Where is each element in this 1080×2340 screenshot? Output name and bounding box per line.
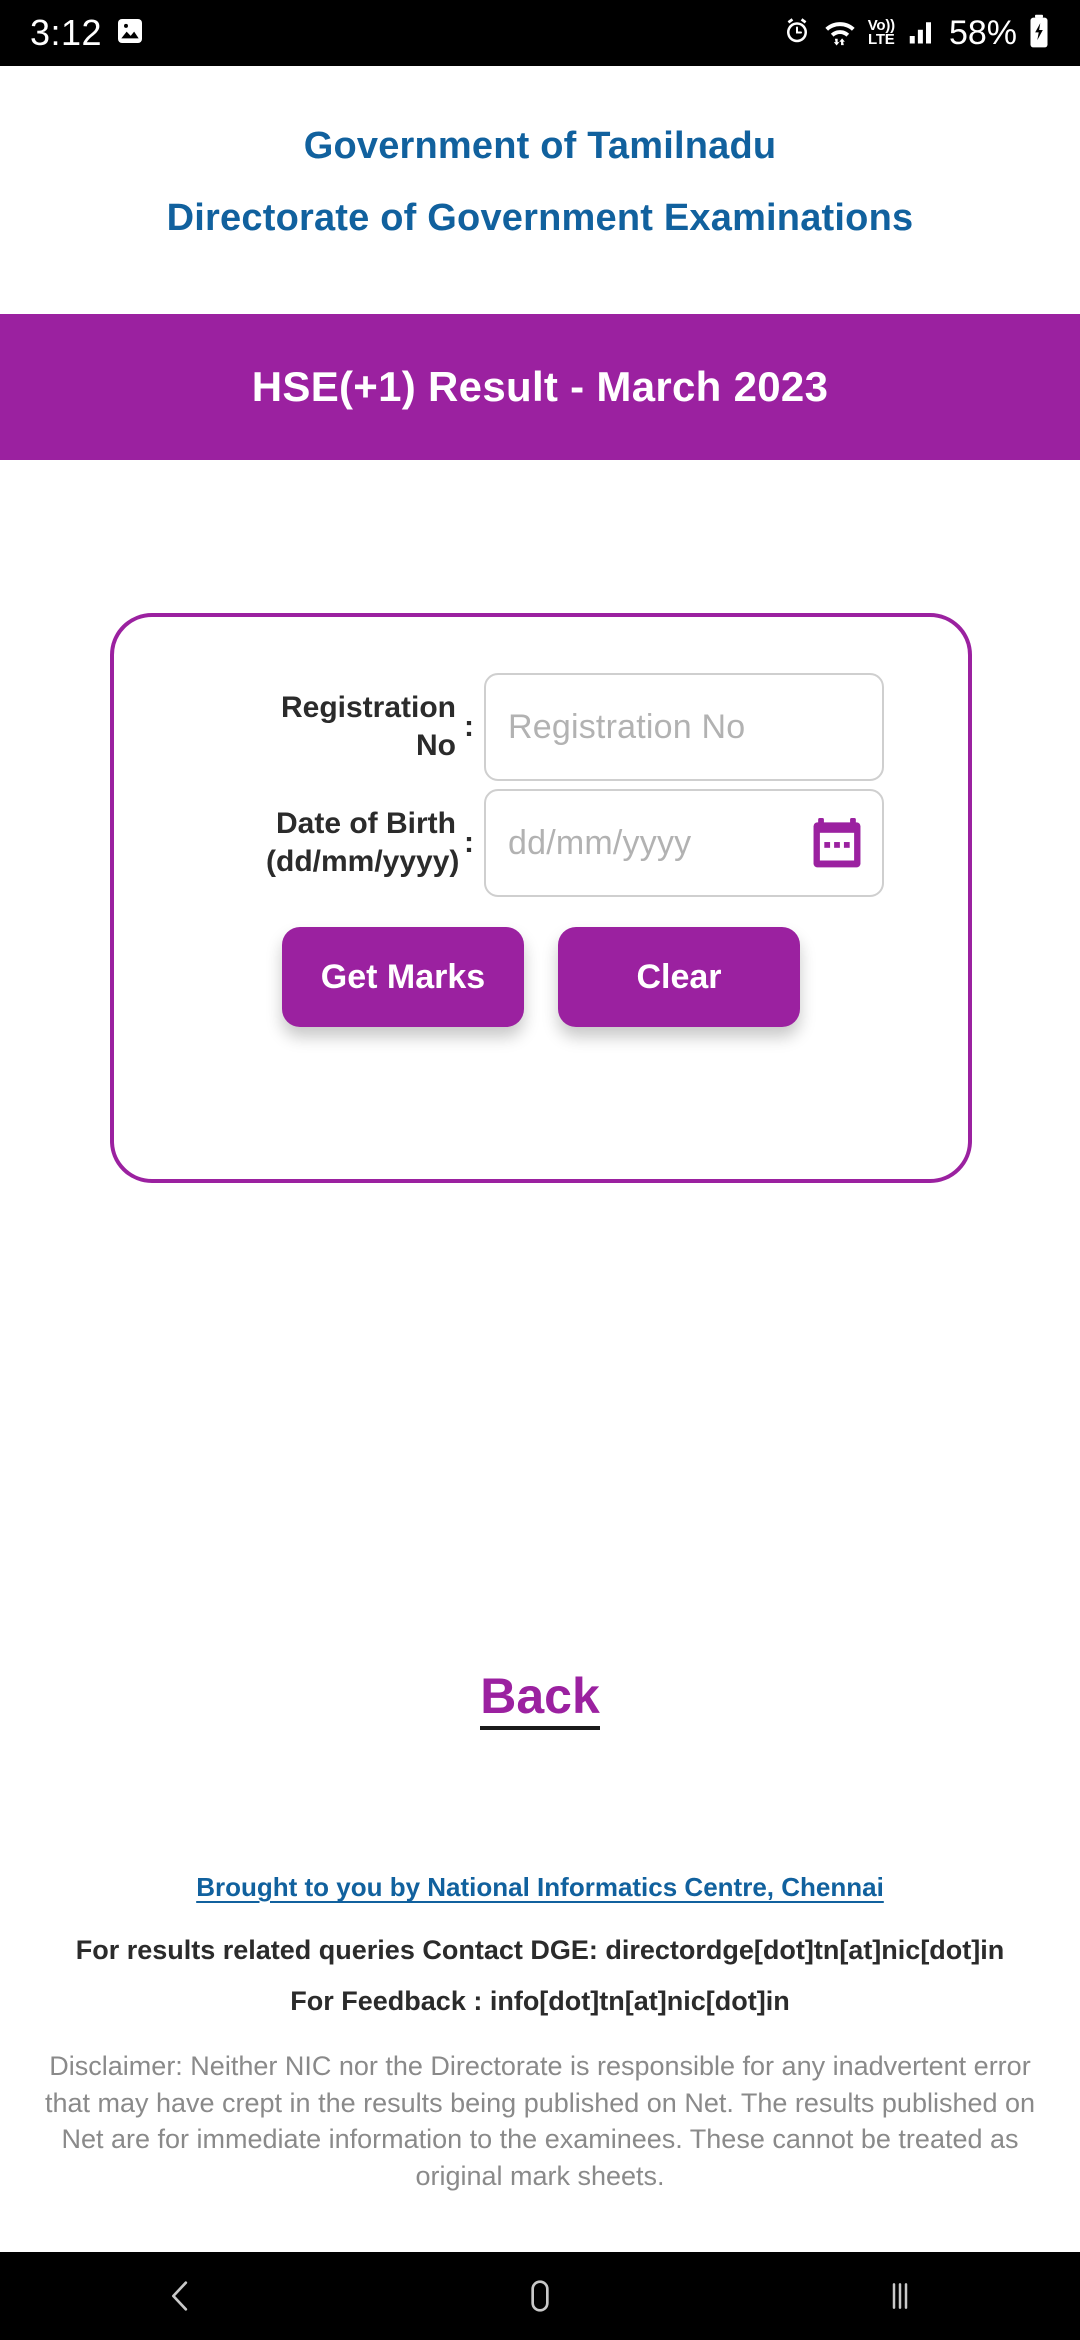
contact-line: For results related queries Contact DGE:… [75, 1935, 1005, 1965]
dob-label-line1: Date of Birth [276, 806, 456, 840]
status-bar-right: Vo)) LTE 58% [782, 14, 1050, 53]
signal-icon [906, 16, 936, 51]
status-clock: 3:12 [30, 12, 103, 53]
registration-label-block: Registration No [266, 689, 456, 766]
status-bar: 3:12 Vo)) LTE 58% [0, 0, 1080, 66]
battery-percent-label: 58% [948, 14, 1017, 52]
back-nav-icon[interactable] [0, 2252, 360, 2340]
dob-colon: : [464, 826, 474, 859]
battery-charging-icon [1028, 14, 1050, 53]
alarm-icon [782, 16, 812, 51]
recents-nav-icon[interactable] [720, 2252, 1080, 2340]
calendar-icon[interactable] [812, 817, 862, 869]
phone-screen: 3:12 Vo)) LTE 58% Government of Tamilnad… [0, 0, 1080, 2340]
page-title-line2: Directorate of Government Examinations [166, 197, 914, 239]
image-icon [114, 15, 146, 52]
back-link-wrap: Back [0, 1667, 1080, 1730]
wifi-icon [823, 15, 857, 52]
registration-field-row: Registration No : Registration No [114, 673, 968, 781]
page-footer: Brought to you by National Informatics C… [0, 1872, 1080, 2195]
system-navigation-bar [0, 2252, 1080, 2340]
dob-label-block: Date of Birth (dd/mm/yyyy) [266, 805, 460, 882]
result-form-card: Registration No : Registration No Date o… [110, 613, 972, 1183]
get-marks-button[interactable]: Get Marks [282, 927, 524, 1027]
status-bar-left: 3:12 [30, 15, 146, 52]
dob-input[interactable]: dd/mm/yyyy [484, 789, 884, 897]
registration-label: Registration No [280, 690, 456, 762]
registration-colon: : [464, 710, 474, 743]
disclaimer-text: Disclaimer: Neither NIC nor the Director… [44, 2051, 1036, 2192]
home-nav-icon[interactable] [360, 2252, 720, 2340]
dob-field-row: Date of Birth (dd/mm/yyyy) : dd/mm/yyyy [114, 789, 968, 897]
registration-input[interactable]: Registration No [484, 673, 884, 781]
dob-label-line2: (dd/mm/yyyy) [266, 845, 460, 878]
clear-button[interactable]: Clear [558, 927, 800, 1027]
banner-title: HSE(+1) Result - March 2023 [251, 363, 829, 410]
result-banner: HSE(+1) Result - March 2023 [0, 314, 1080, 460]
page-content: Government of Tamilnadu Directorate of G… [0, 66, 1080, 2252]
volte-icon: Vo)) LTE [867, 17, 895, 48]
nic-credit-link[interactable]: Brought to you by National Informatics C… [196, 1872, 884, 1903]
page-title-line1: Government of Tamilnadu [303, 125, 777, 167]
form-buttons: Get Marks Clear [114, 927, 968, 1027]
feedback-line: For Feedback : info[dot]tn[at]nic[dot]in [290, 1986, 790, 2016]
registration-placeholder: Registration No [508, 707, 746, 746]
back-link[interactable]: Back [480, 1668, 600, 1730]
dob-placeholder: dd/mm/yyyy [508, 823, 692, 862]
